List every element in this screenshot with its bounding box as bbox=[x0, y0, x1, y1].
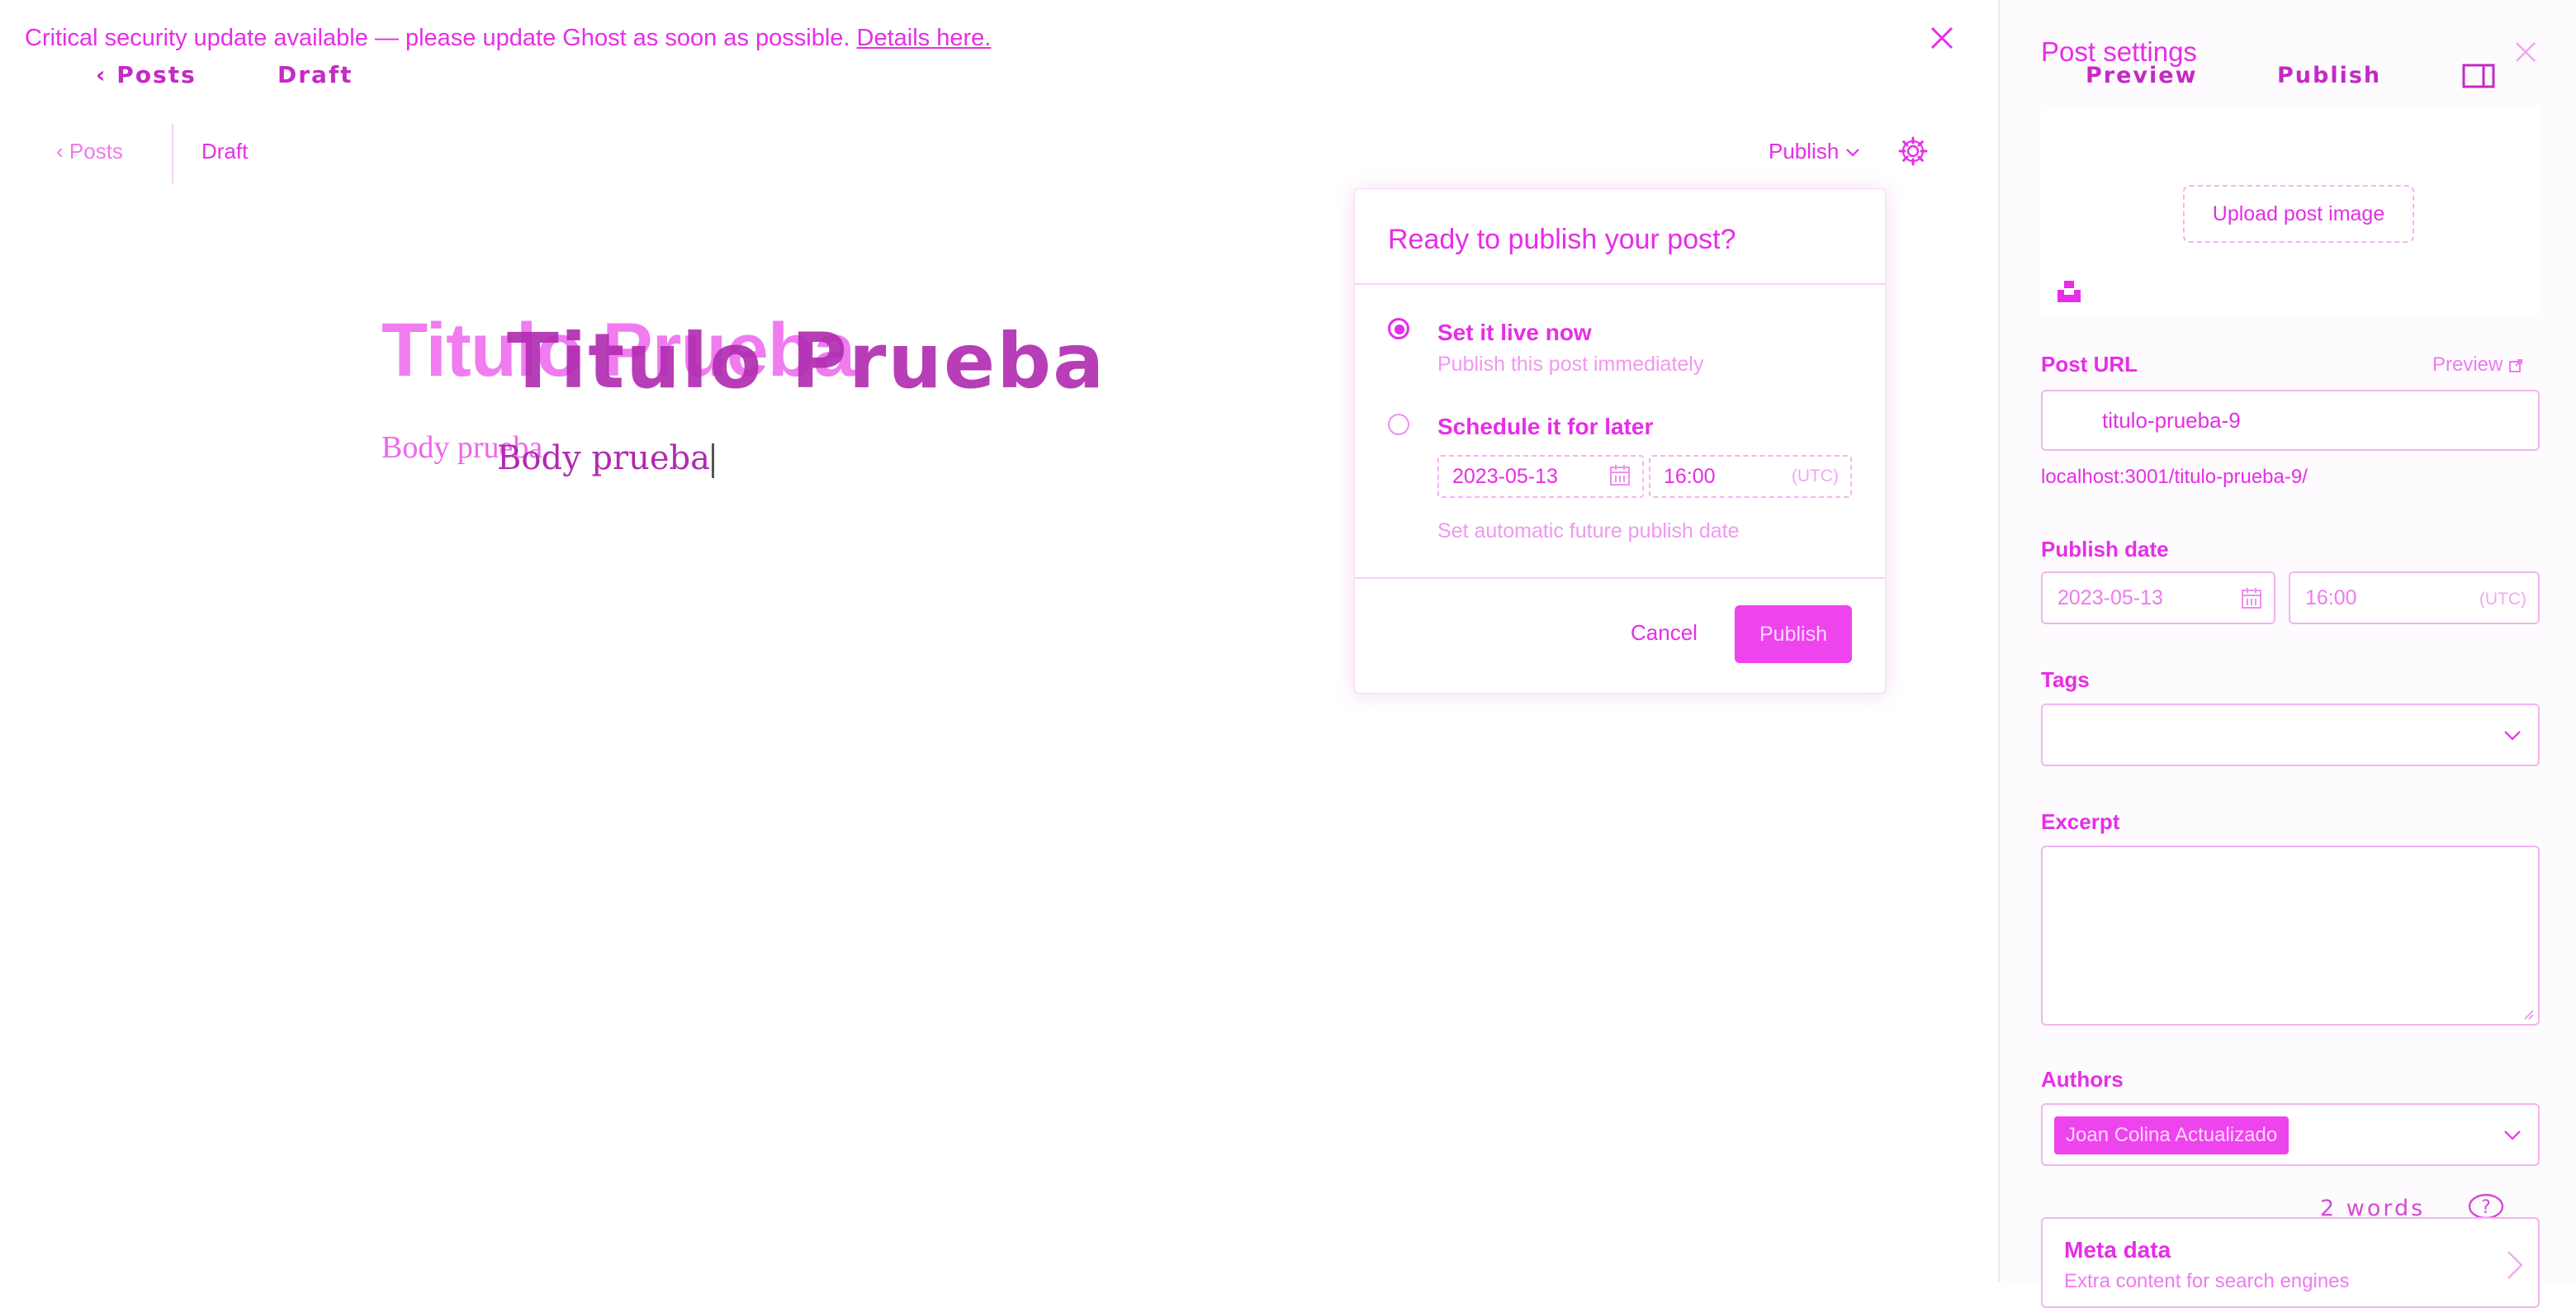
chevron-down-icon bbox=[1845, 149, 1859, 157]
popover-title: Ready to publish your post? bbox=[1388, 224, 1736, 255]
publish-date-input[interactable]: 2023-05-13 bbox=[2041, 571, 2275, 624]
help-icon[interactable]: ? bbox=[2467, 1192, 2505, 1220]
schedule-date-value: 2023-05-13 bbox=[1452, 465, 1558, 488]
banner-text: Critical security update available — ple… bbox=[25, 25, 850, 51]
post-body-text: Body prueba bbox=[497, 439, 711, 477]
post-url-input[interactable]: titulo-prueba-9 bbox=[2041, 390, 2540, 451]
calendar-icon bbox=[2241, 586, 2262, 615]
chevron-left-icon: ‹ bbox=[56, 139, 69, 164]
popover-divider bbox=[1355, 283, 1885, 285]
publish-popover: Ready to publish your post? Set it live … bbox=[1354, 188, 1886, 694]
authors-label: Authors bbox=[2041, 1067, 2124, 1092]
option-schedule-desc: Set automatic future publish date bbox=[1437, 519, 1740, 543]
post-url-full: localhost:3001/titulo-prueba-9/ bbox=[2041, 466, 2308, 488]
meta-data-section[interactable]: Meta data Extra content for search engin… bbox=[2041, 1217, 2540, 1308]
chevron-left-icon: ‹ bbox=[96, 61, 117, 88]
timezone-label: (UTC) bbox=[1791, 467, 1839, 486]
svg-text:?: ? bbox=[2481, 1197, 2491, 1218]
ghost-preview-button[interactable]: Preview bbox=[2086, 63, 2198, 88]
meta-data-subtitle: Extra content for search engines bbox=[2064, 1270, 2350, 1292]
author-chip[interactable]: Joan Colina Actualizado bbox=[2054, 1116, 2290, 1154]
option-live-now-label[interactable]: Set it live now bbox=[1437, 320, 1592, 346]
option-schedule-label[interactable]: Schedule it for later bbox=[1437, 414, 1653, 440]
tags-select[interactable] bbox=[2041, 704, 2540, 766]
cancel-button[interactable]: Cancel bbox=[1631, 620, 1698, 646]
back-to-posts-link[interactable]: ‹ Posts bbox=[56, 139, 123, 164]
ghost-draft-status: Draft bbox=[277, 61, 353, 88]
chevron-down-icon bbox=[2504, 731, 2521, 741]
publish-label: Publish bbox=[1769, 139, 1840, 164]
gear-icon[interactable] bbox=[1897, 135, 1929, 167]
preview-link-label: Preview bbox=[2432, 353, 2503, 376]
publish-date-label: Publish date bbox=[2041, 537, 2169, 562]
header-divider bbox=[172, 124, 173, 183]
publish-date-value: 2023-05-13 bbox=[2057, 586, 2163, 609]
schedule-time-value: 16:00 bbox=[1664, 465, 1716, 488]
posts-label: Posts bbox=[69, 139, 123, 164]
unsplash-icon[interactable] bbox=[2056, 277, 2082, 304]
post-body[interactable]: Body prueba bbox=[497, 439, 715, 478]
sidebar-toggle-icon[interactable] bbox=[2462, 63, 2495, 89]
text-caret bbox=[712, 443, 715, 478]
meta-data-title: Meta data bbox=[2064, 1237, 2171, 1263]
publish-time-input[interactable]: 16:00 (UTC) bbox=[2289, 571, 2540, 624]
draft-status: Draft bbox=[201, 139, 249, 164]
post-settings-sidebar: Post settings Preview Publish Upload pos… bbox=[1998, 0, 2576, 1308]
chevron-down-icon bbox=[2504, 1130, 2521, 1140]
authors-select[interactable]: Joan Colina Actualizado bbox=[2041, 1103, 2540, 1166]
external-link-icon bbox=[2509, 358, 2523, 372]
excerpt-textarea[interactable] bbox=[2041, 846, 2540, 1026]
post-url-value: titulo-prueba-9 bbox=[2102, 408, 2241, 433]
resize-handle-icon[interactable] bbox=[2522, 1007, 2535, 1021]
post-url-preview-link[interactable]: Preview bbox=[2432, 353, 2523, 377]
option-live-now-desc: Publish this post immediately bbox=[1437, 353, 1704, 376]
feature-image-area: Upload post image bbox=[2041, 106, 2540, 315]
sidebar-timezone-label: (UTC) bbox=[2479, 590, 2526, 609]
ghost-publish-button[interactable]: Publish bbox=[2277, 63, 2381, 88]
popover-footer-divider bbox=[1355, 577, 1885, 579]
excerpt-label: Excerpt bbox=[2041, 809, 2120, 834]
publish-button[interactable]: Publish bbox=[1735, 605, 1852, 663]
banner-details-link[interactable]: Details here. bbox=[857, 25, 992, 51]
post-title[interactable]: Titulo Prueba bbox=[507, 317, 1106, 405]
banner-close-icon[interactable] bbox=[1927, 23, 1957, 53]
radio-schedule-later[interactable] bbox=[1388, 414, 1409, 435]
upload-post-image-button[interactable]: Upload post image bbox=[2183, 185, 2414, 243]
chevron-right-icon bbox=[2507, 1251, 2523, 1279]
schedule-time-input[interactable]: 16:00 (UTC) bbox=[1649, 455, 1852, 498]
schedule-date-input[interactable]: 2023-05-13 bbox=[1437, 455, 1644, 498]
close-icon[interactable] bbox=[2513, 40, 2538, 64]
publish-menu-trigger[interactable]: Publish bbox=[1769, 139, 1860, 164]
post-url-label: Post URL bbox=[2041, 352, 2138, 377]
tags-label: Tags bbox=[2041, 667, 2090, 692]
radio-set-live-now[interactable] bbox=[1388, 318, 1409, 339]
calendar-icon bbox=[1609, 463, 1631, 492]
security-banner: Critical security update available — ple… bbox=[25, 25, 991, 52]
publish-time-value: 16:00 bbox=[2305, 586, 2357, 609]
ghost-posts-link[interactable]: ‹ Posts bbox=[96, 61, 197, 88]
ghost-posts-label: Posts bbox=[116, 61, 197, 88]
